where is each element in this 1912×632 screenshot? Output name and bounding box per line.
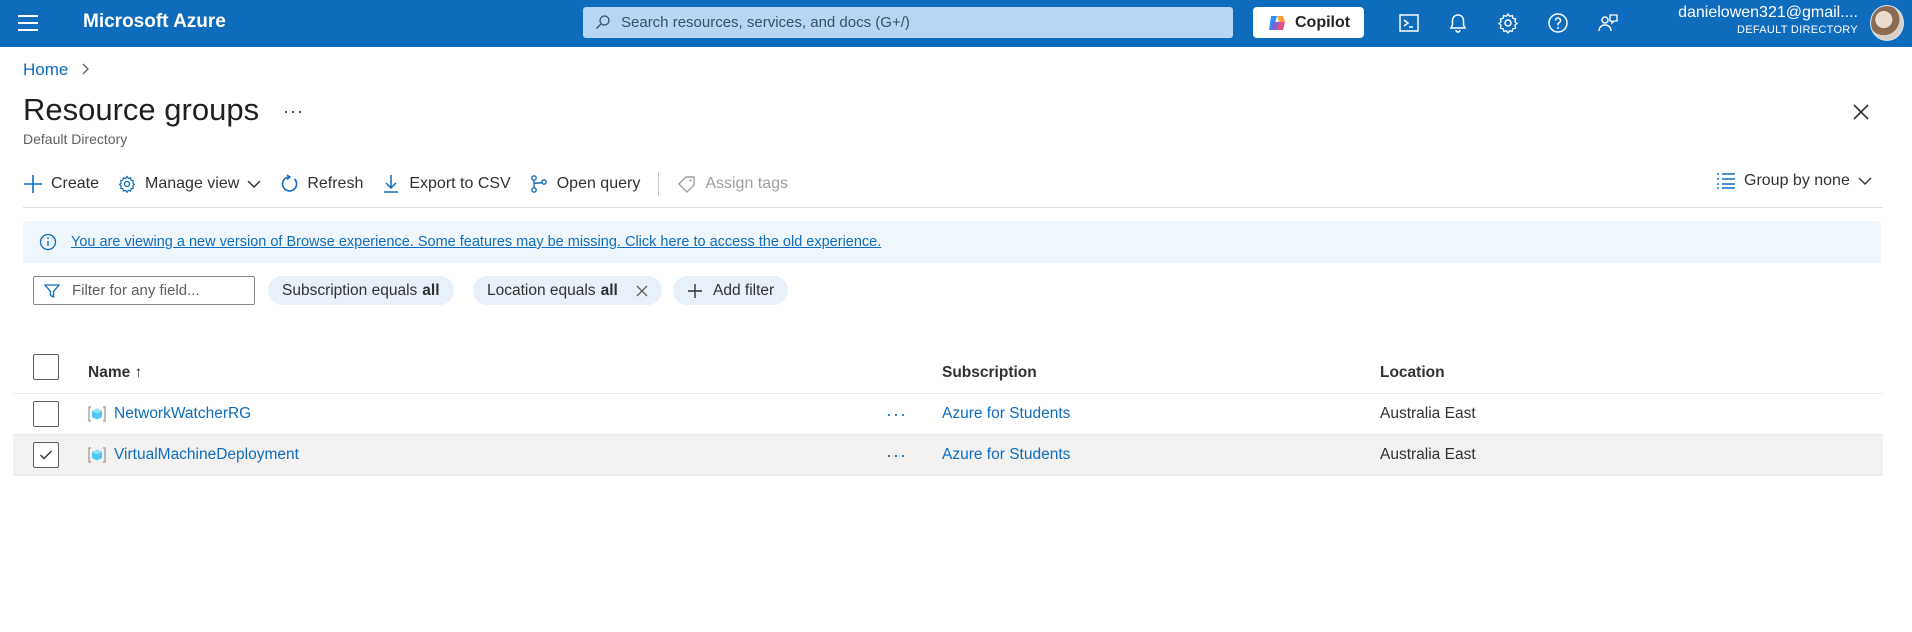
global-search[interactable] — [583, 7, 1233, 38]
add-filter-button[interactable]: Add filter — [673, 276, 789, 305]
resource-group-link[interactable]: NetworkWatcherRG — [114, 405, 251, 423]
avatar[interactable] — [1870, 5, 1904, 41]
close-icon[interactable] — [636, 285, 648, 297]
checkmark-icon — [40, 450, 52, 460]
table-row[interactable]: VirtualMachineDeployment ··· Azure for S… — [13, 435, 1883, 476]
query-icon — [530, 175, 547, 193]
subscription-link[interactable]: Azure for Students — [942, 435, 1070, 475]
resource-group-icon — [88, 406, 106, 422]
table-header: Name ↑ Subscription Location — [13, 346, 1883, 394]
refresh-button[interactable]: Refresh — [279, 174, 363, 194]
page-title: Resource groups — [23, 92, 260, 127]
resource-groups-table: Name ↑ Subscription Location NetworkWatc… — [13, 346, 1883, 476]
breadcrumb: Home — [23, 60, 90, 80]
search-input[interactable] — [621, 14, 1233, 31]
row-checkbox[interactable] — [33, 442, 59, 468]
select-all-checkbox[interactable] — [33, 354, 59, 380]
old-experience-link[interactable]: You are viewing a new version of Browse … — [71, 234, 881, 250]
group-by-label: Group by none — [1744, 172, 1850, 189]
refresh-icon — [282, 174, 298, 192]
location-filter-value: all — [600, 281, 618, 299]
export-csv-button[interactable]: Export to CSV — [381, 174, 511, 194]
list-icon — [1717, 173, 1735, 189]
close-icon[interactable] — [1850, 101, 1872, 123]
cloud-shell-icon[interactable] — [1397, 11, 1421, 35]
page-subtitle: Default Directory — [23, 131, 128, 147]
account-email: danielowen321@gmail.... — [1678, 4, 1858, 21]
gear-icon — [118, 175, 136, 194]
name-cell: VirtualMachineDeployment — [88, 435, 299, 475]
add-filter-label: Add filter — [713, 281, 775, 299]
chevron-right-icon — [80, 62, 90, 78]
location-filter-pill[interactable]: Location equals all — [473, 276, 662, 305]
feedback-icon[interactable] — [1596, 11, 1620, 35]
plus-icon — [24, 175, 42, 193]
account-menu[interactable]: danielowen321@gmail.... DEFAULT DIRECTOR… — [1678, 4, 1858, 36]
location-filter-label: Location equals — [487, 281, 596, 299]
command-bar: Create Manage view Refresh Export to CSV… — [23, 170, 806, 198]
account-directory: DEFAULT DIRECTORY — [1736, 24, 1858, 36]
chevron-down-icon — [247, 180, 261, 188]
column-header-location[interactable]: Location — [1380, 346, 1445, 393]
tag-icon — [678, 176, 696, 193]
subscription-filter-value: all — [422, 281, 440, 299]
breadcrumb-home-link[interactable]: Home — [23, 60, 68, 80]
filter-field[interactable] — [33, 276, 255, 305]
group-by-dropdown[interactable]: Group by none — [1716, 172, 1872, 190]
create-button[interactable]: Create — [23, 174, 99, 194]
help-icon[interactable] — [1546, 11, 1570, 35]
open-query-label: Open query — [556, 175, 641, 192]
top-bar: Microsoft Azure Copilot danielowen321@gm… — [0, 0, 1912, 47]
resource-group-link[interactable]: VirtualMachineDeployment — [114, 446, 299, 464]
filter-input[interactable] — [72, 282, 232, 299]
row-more-button[interactable]: ··· — [886, 435, 907, 475]
column-header-name[interactable]: Name ↑ — [88, 346, 142, 393]
refresh-label: Refresh — [307, 175, 364, 192]
brand-title[interactable]: Microsoft Azure — [83, 11, 226, 33]
copilot-label: Copilot — [1295, 13, 1351, 31]
manage-view-label: Manage view — [145, 175, 240, 192]
location-cell: Australia East — [1380, 446, 1476, 463]
open-query-button[interactable]: Open query — [529, 174, 641, 194]
resource-group-icon — [88, 447, 106, 463]
bell-icon[interactable] — [1446, 11, 1470, 35]
location-cell: Australia East — [1380, 405, 1476, 422]
create-label: Create — [51, 175, 100, 192]
toolbar-divider — [658, 172, 660, 196]
manage-view-button[interactable]: Manage view — [117, 174, 261, 194]
subscription-link[interactable]: Azure for Students — [942, 394, 1070, 434]
download-icon — [384, 175, 399, 193]
toolbar-divider-line — [23, 207, 1883, 208]
filter-icon — [44, 283, 60, 298]
column-header-subscription[interactable]: Subscription — [942, 346, 1037, 393]
copilot-button[interactable]: Copilot — [1253, 7, 1364, 38]
page-more-button[interactable]: ··· — [283, 101, 304, 122]
plus-icon — [688, 283, 702, 298]
info-icon — [39, 233, 57, 251]
info-banner: You are viewing a new version of Browse … — [23, 221, 1881, 263]
menu-icon[interactable] — [18, 13, 40, 33]
row-checkbox[interactable] — [33, 401, 59, 427]
table-row[interactable]: NetworkWatcherRG ··· Azure for Students … — [13, 394, 1883, 435]
search-icon — [596, 15, 610, 29]
assign-tags-button[interactable]: Assign tags — [677, 174, 788, 194]
export-csv-label: Export to CSV — [409, 175, 511, 192]
gear-icon[interactable] — [1496, 11, 1520, 35]
row-more-button[interactable]: ··· — [886, 394, 907, 434]
subscription-filter-pill[interactable]: Subscription equals all — [268, 276, 454, 305]
assign-tags-label: Assign tags — [705, 175, 789, 192]
copilot-icon — [1269, 15, 1285, 30]
subscription-filter-label: Subscription equals — [282, 281, 418, 299]
chevron-down-icon — [1858, 177, 1872, 185]
name-cell: NetworkWatcherRG — [88, 394, 251, 434]
